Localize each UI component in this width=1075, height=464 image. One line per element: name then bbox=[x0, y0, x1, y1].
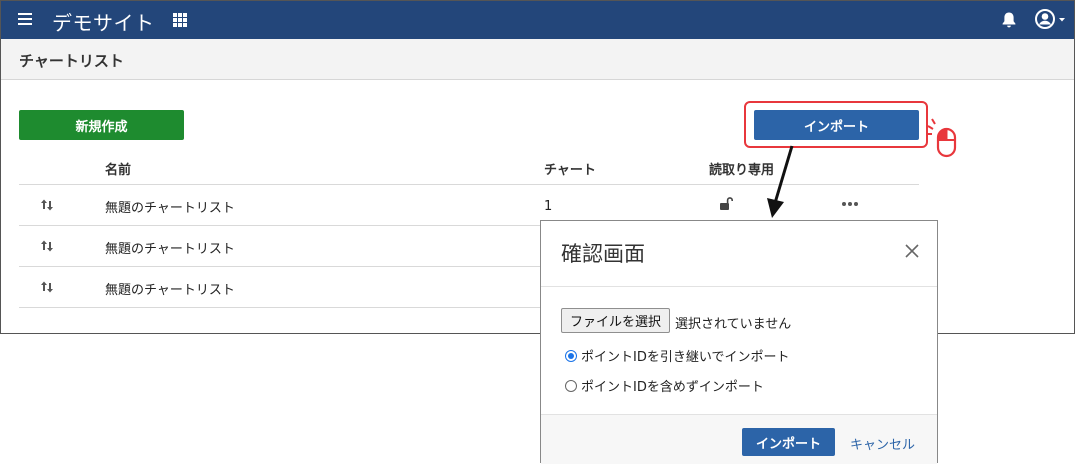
site-title[interactable]: デモサイト bbox=[52, 7, 155, 36]
sort-handle-icon[interactable] bbox=[40, 239, 54, 253]
radio-label: ポイントIDを引き継いでインポート bbox=[581, 350, 790, 365]
radio-button[interactable] bbox=[565, 350, 577, 362]
radio-exclude-point-id[interactable]: ポイントIDを含めずインポート bbox=[565, 376, 764, 395]
column-header-name[interactable]: 名前 bbox=[105, 159, 131, 178]
more-icon[interactable] bbox=[841, 199, 859, 209]
table-header-divider bbox=[19, 184, 919, 185]
user-menu-icon[interactable] bbox=[1034, 8, 1068, 30]
dialog-import-button[interactable]: インポート bbox=[742, 428, 835, 456]
row-name[interactable]: 無題のチャートリスト bbox=[105, 238, 235, 257]
row-chart-count: 1 bbox=[544, 199, 553, 214]
sort-handle-icon[interactable] bbox=[40, 280, 54, 294]
confirm-dialog: 確認画面 ファイルを選択 選択されていません ポイントIDを引き継いでインポート… bbox=[540, 220, 938, 464]
row-name[interactable]: 無題のチャートリスト bbox=[105, 197, 235, 216]
bell-icon[interactable] bbox=[1001, 11, 1017, 29]
grid-icon[interactable] bbox=[173, 13, 187, 27]
close-icon[interactable] bbox=[904, 243, 920, 259]
dialog-header: 確認画面 bbox=[541, 221, 937, 287]
column-header-readonly[interactable]: 読取り専用 bbox=[709, 159, 774, 178]
radio-keep-point-id[interactable]: ポイントIDを引き継いでインポート bbox=[565, 346, 789, 365]
radio-button[interactable] bbox=[565, 380, 577, 392]
dialog-title: 確認画面 bbox=[561, 242, 645, 266]
column-header-charts[interactable]: チャート bbox=[544, 159, 596, 178]
row-name[interactable]: 無題のチャートリスト bbox=[105, 279, 235, 298]
new-chart-list-button[interactable]: 新規作成 bbox=[19, 110, 184, 140]
top-navbar: デモサイト bbox=[1, 1, 1074, 39]
page-header: チャートリスト bbox=[1, 39, 1074, 80]
file-status: 選択されていません bbox=[675, 317, 792, 332]
import-button[interactable]: インポート bbox=[754, 110, 919, 140]
file-select-button[interactable]: ファイルを選択 bbox=[561, 308, 670, 333]
dialog-footer: インポート キャンセル bbox=[541, 414, 937, 464]
hamburger-icon[interactable] bbox=[18, 13, 32, 25]
page-title: チャートリスト bbox=[19, 52, 124, 70]
dialog-cancel-link[interactable]: キャンセル bbox=[850, 434, 915, 453]
sort-handle-icon[interactable] bbox=[40, 198, 54, 212]
radio-label: ポイントIDを含めずインポート bbox=[581, 380, 764, 395]
mouse-click-icon bbox=[926, 118, 957, 158]
unlock-icon[interactable] bbox=[719, 196, 733, 211]
